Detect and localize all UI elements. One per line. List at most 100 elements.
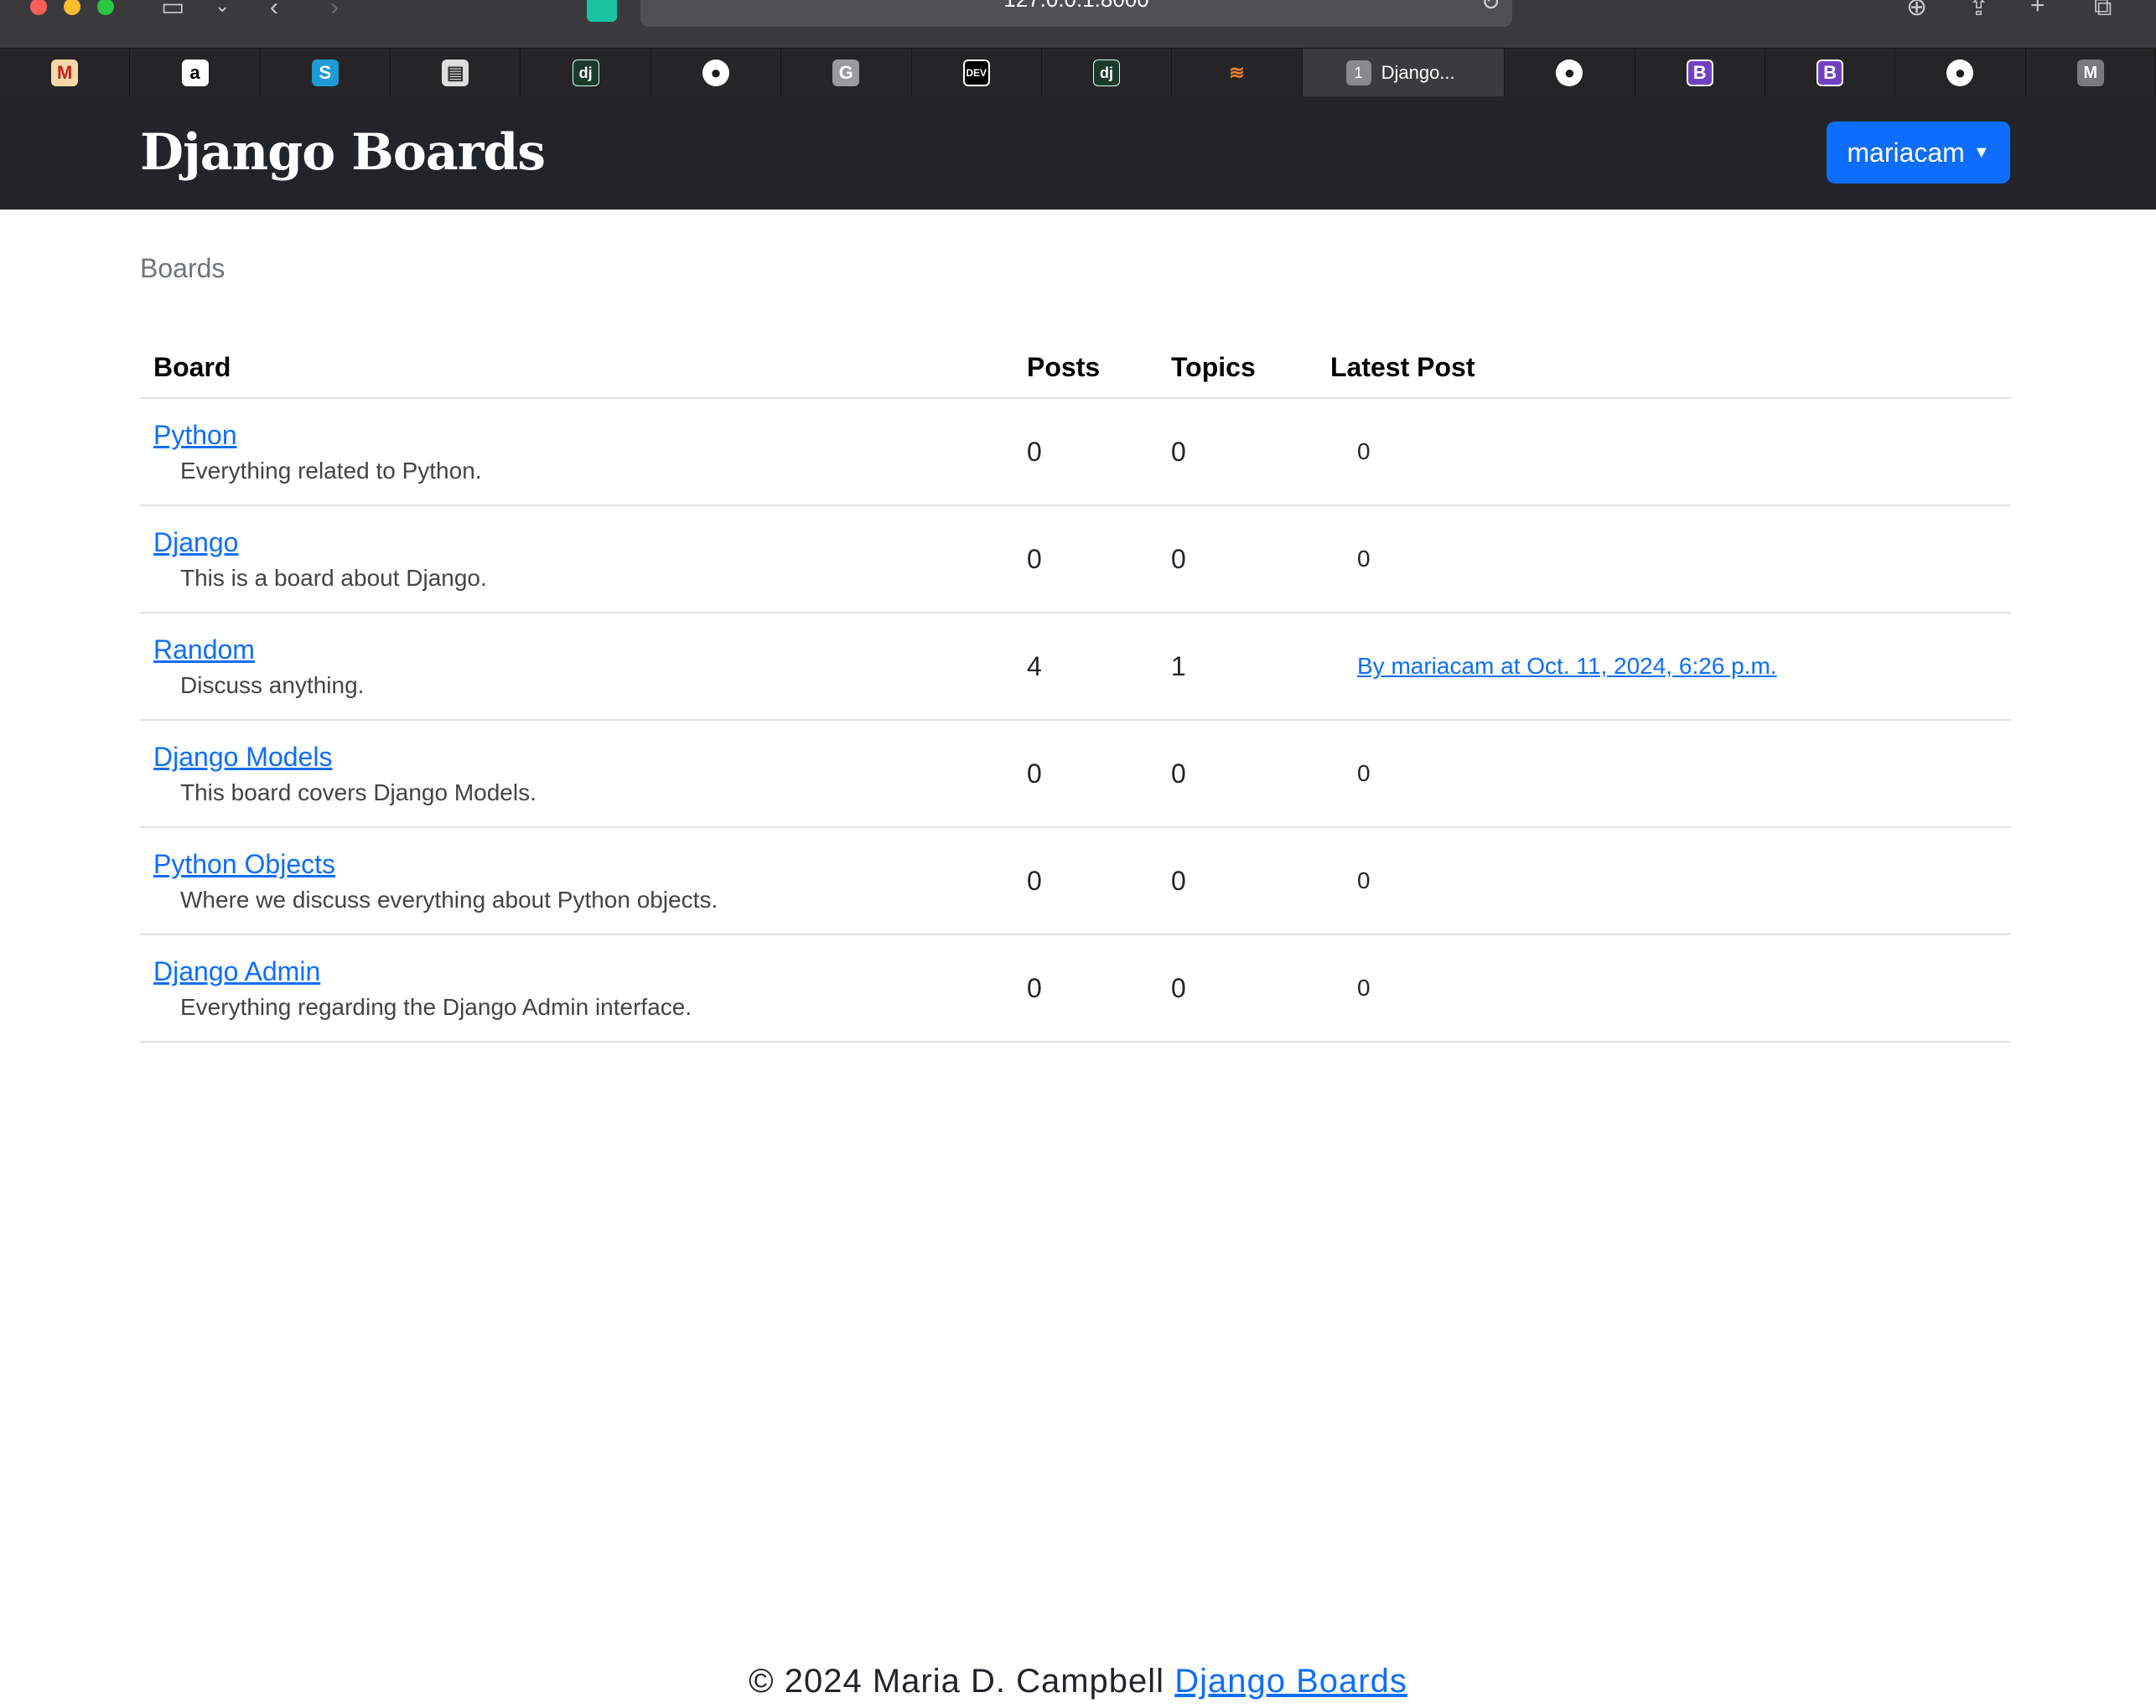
forward-icon[interactable]: › — [330, 0, 339, 20]
board-cell: Random Discuss anything. — [140, 613, 1013, 721]
board-description: This is a board about Django. — [180, 565, 487, 591]
bootstrap-icon: B — [1817, 60, 1844, 86]
browser-tab[interactable]: ≋ — [1172, 49, 1303, 97]
url-text: 127.0.0.1:8000 — [640, 0, 1512, 13]
m-icon: M — [2076, 60, 2104, 86]
reload-icon[interactable]: ↻ — [1481, 0, 1500, 17]
browser-tab[interactable]: ▤ — [391, 49, 521, 97]
board-link[interactable]: Python Objects — [153, 846, 1000, 882]
latest-post-value: 0 — [1357, 975, 1371, 1001]
browser-tab[interactable]: S — [261, 49, 391, 97]
browser-tab[interactable]: G — [781, 49, 912, 97]
posts-count: 0 — [1013, 827, 1158, 935]
topics-count: 0 — [1158, 827, 1317, 935]
dev-icon: DEV — [962, 60, 990, 86]
tab-overview-icon[interactable]: ⧉ — [2094, 0, 2112, 20]
browser-tab[interactable]: dj — [1042, 49, 1173, 97]
sidebar-icon[interactable]: ▭ — [161, 0, 184, 20]
breadcrumb: Boards — [140, 253, 225, 283]
latest-post-value: 0 — [1357, 546, 1371, 572]
django-icon: dj — [572, 60, 599, 86]
table-row: Python Everything related to Python. 0 0 0 — [140, 398, 2011, 506]
github-icon: ● — [1556, 60, 1583, 86]
board-description: Where we discuss everything about Python… — [180, 887, 718, 913]
browser-tab[interactable]: ● — [1895, 49, 2026, 97]
table-row: Django This is a board about Django. 0 0 0 — [140, 505, 2011, 613]
posts-count: 0 — [1013, 720, 1158, 828]
latest-post-cell: 0 — [1317, 398, 2011, 506]
browser-tab[interactable]: M — [2026, 49, 2156, 97]
board-cell: Django Models This board covers Django Mo… — [140, 720, 1013, 828]
table-row: Random Discuss anything. 4 1 By mariacam at … — [140, 613, 2011, 721]
board-link[interactable]: Random — [153, 632, 1000, 667]
latest-post-cell: 0 — [1317, 827, 2011, 935]
browser-tab[interactable]: a — [130, 49, 261, 97]
topics-count: 0 — [1158, 398, 1317, 506]
user-dropdown-button[interactable]: mariacam ▼ — [1827, 122, 2010, 184]
browser-tab[interactable]: 1 Django... — [1302, 49, 1506, 97]
latest-post-cell: 0 — [1317, 934, 2011, 1043]
user-name: mariacam — [1847, 137, 1965, 168]
boards-table: Board Posts Topics Latest Post Python Eve… — [140, 337, 2011, 1043]
browser-tab[interactable]: M — [0, 49, 131, 97]
board-link[interactable]: Django Models — [153, 739, 1000, 774]
topics-count: 0 — [1158, 720, 1317, 828]
browser-tab[interactable]: DEV — [912, 49, 1042, 97]
browser-titlebar: ▭ ⌄ ‹ › 127.0.0.1:8000 ↻ ⊕ ⇪ + ⧉ — [0, 0, 2156, 48]
board-description: Everything related to Python. — [180, 458, 482, 484]
zoom-window-button[interactable] — [97, 0, 114, 15]
address-bar[interactable]: 127.0.0.1:8000 ↻ — [640, 0, 1512, 27]
board-cell: Python Everything related to Python. — [140, 398, 1013, 506]
posts-count: 0 — [1013, 398, 1158, 506]
board-link[interactable]: Python — [153, 417, 1000, 453]
board-cell: Django This is a board about Django. — [140, 505, 1013, 613]
s-icon: S — [311, 60, 339, 86]
download-icon[interactable]: ⊕ — [1906, 0, 1927, 20]
footer: © 2024 Maria D. Campbell Django Boards — [0, 1663, 2156, 1700]
header-posts: Posts — [1013, 337, 1158, 399]
browser-tab[interactable]: B — [1635, 49, 1765, 97]
caret-down-icon: ▼ — [1972, 142, 1990, 162]
latest-post-cell: 0 — [1317, 505, 2011, 613]
board-link[interactable]: Django Admin — [153, 954, 1000, 989]
posts-count: 0 — [1013, 505, 1158, 613]
board-cell: Python Objects Where we discuss everythin… — [140, 827, 1013, 935]
table-row: Django Admin Everything regarding the Dja… — [140, 934, 2011, 1043]
board-description: Discuss anything. — [180, 672, 365, 698]
footer-link[interactable]: Django Boards — [1174, 1663, 1407, 1700]
header-topics: Topics — [1158, 337, 1317, 399]
tab-number-icon: 1 — [1345, 60, 1371, 85]
new-tab-icon[interactable]: + — [2030, 0, 2045, 18]
brand-link[interactable]: Django Boards — [140, 123, 546, 182]
table-row: Django Models This board covers Django Mo… — [140, 720, 2011, 828]
latest-post-cell: By mariacam at Oct. 11, 2024, 6:26 p.m. — [1317, 613, 2011, 721]
browser-tab[interactable]: dj — [521, 49, 651, 97]
extension-icon[interactable] — [587, 0, 617, 22]
github-icon: ● — [702, 60, 729, 86]
posts-count: 4 — [1013, 613, 1158, 721]
github-icon: ● — [1946, 60, 1974, 86]
browser-tab[interactable]: ● — [1505, 49, 1635, 97]
posts-count: 0 — [1013, 934, 1158, 1043]
tab-bar: Ma S ▤ dj ● G DEV dj ≋ 1 Django... ● B B ● M — [0, 48, 2156, 98]
minimize-window-button[interactable] — [64, 0, 80, 15]
browser-tab[interactable]: ● — [651, 49, 782, 97]
chevron-down-icon[interactable]: ⌄ — [215, 0, 230, 18]
board-link[interactable]: Django — [153, 525, 1000, 560]
latest-post-link[interactable]: By mariacam at Oct. 11, 2024, 6:26 p.m. — [1357, 653, 1777, 679]
tab-title: Django... — [1381, 62, 1455, 83]
latest-post-value: 0 — [1357, 438, 1371, 464]
browser-tab[interactable]: B — [1765, 49, 1896, 97]
topics-count: 0 — [1158, 934, 1317, 1043]
close-window-button[interactable] — [30, 0, 47, 15]
header-board: Board — [140, 337, 1013, 399]
site-navbar: Django Boards mariacam ▼ — [0, 96, 2156, 210]
latest-post-value: 0 — [1357, 867, 1371, 893]
back-icon[interactable]: ‹ — [270, 0, 278, 20]
reader-icon: ▤ — [442, 60, 469, 86]
stackoverflow-icon: ≋ — [1229, 62, 1245, 83]
g-icon: G — [832, 60, 860, 86]
board-description: Everything regarding the Django Admin in… — [180, 994, 692, 1020]
latest-post-cell: 0 — [1317, 720, 2011, 828]
share-icon[interactable]: ⇪ — [1968, 0, 1989, 20]
